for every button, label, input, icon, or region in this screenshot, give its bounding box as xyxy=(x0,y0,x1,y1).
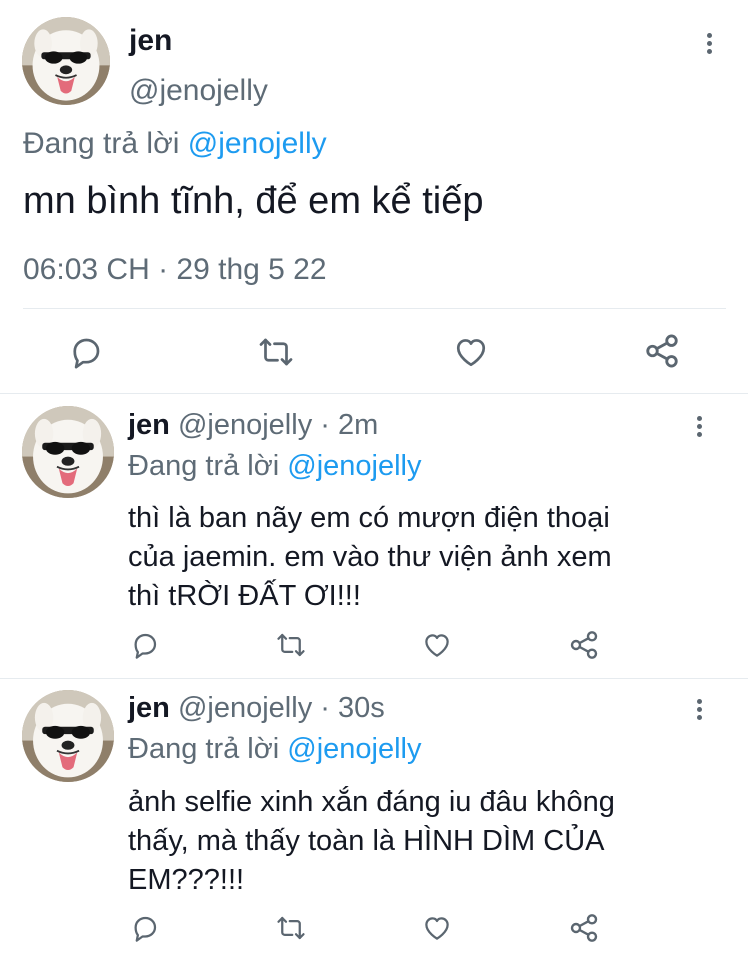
divider xyxy=(23,308,726,309)
tweet-text-line: EM???!!! xyxy=(128,864,245,896)
like-icon[interactable] xyxy=(421,913,453,943)
tweet-text-line: của jaemin. em vào thư viện ảnh xem xyxy=(128,541,612,573)
dog-avatar-icon xyxy=(22,406,114,498)
reply-context: Đang trả lời @jenojelly xyxy=(128,733,422,766)
display-name[interactable]: jen xyxy=(129,24,172,58)
avatar[interactable] xyxy=(22,690,114,782)
tweet-text: ảnh selfie xinh xắn đáng iu đâu không th… xyxy=(128,783,615,900)
tweet-text-line: thì là ban nãy em có mượn điện thoại xyxy=(128,502,610,534)
reply-prefix: Đang trả lời xyxy=(128,450,280,482)
comment-icon[interactable] xyxy=(68,334,104,370)
retweet-icon[interactable] xyxy=(275,630,307,660)
share-icon[interactable] xyxy=(568,629,600,661)
reply-header: jen @jenojelly · 2m xyxy=(128,409,378,442)
reply-context: Đang trả lời @jenojelly xyxy=(128,450,422,483)
divider xyxy=(0,393,748,394)
like-icon[interactable] xyxy=(421,630,453,660)
retweet-icon[interactable] xyxy=(275,913,307,943)
tweet-text-line: thấy, mà thấy toàn là HÌNH DÌM CỦA xyxy=(128,825,605,857)
tweet-text: thì là ban nãy em có mượn điện thoại của… xyxy=(128,499,612,616)
reply-mention[interactable]: @jenojelly xyxy=(188,127,327,160)
reply-prefix: Đang trả lời xyxy=(23,127,180,160)
dog-avatar-icon xyxy=(22,17,110,105)
divider xyxy=(0,678,748,679)
tweet-text-line: ảnh selfie xinh xắn đáng iu đâu không xyxy=(128,786,615,818)
reply-prefix: Đang trả lời xyxy=(128,733,280,765)
comment-icon[interactable] xyxy=(130,913,160,943)
display-name[interactable]: jen xyxy=(128,409,170,441)
display-name[interactable]: jen xyxy=(128,692,170,724)
tweet-timestamp[interactable]: 06:03 CH · 29 thg 5 22 xyxy=(23,253,327,287)
handle-time[interactable]: @jenojelly · 2m xyxy=(178,409,378,441)
retweet-icon[interactable] xyxy=(257,334,295,370)
comment-icon[interactable] xyxy=(130,630,160,660)
tweet-text: mn bình tĩnh, để em kể tiếp xyxy=(23,180,484,222)
dog-avatar-icon xyxy=(22,690,114,782)
handle-time[interactable]: @jenojelly · 30s xyxy=(178,692,385,724)
avatar[interactable] xyxy=(22,406,114,498)
reply-mention[interactable]: @jenojelly xyxy=(287,733,421,765)
more-icon[interactable] xyxy=(689,413,709,443)
reply-mention[interactable]: @jenojelly xyxy=(287,450,421,482)
share-icon[interactable] xyxy=(643,332,681,370)
tweet-text-line: thì tRỜI ĐẤT ƠI!!! xyxy=(128,580,361,612)
reply-context: Đang trả lời @jenojelly xyxy=(23,127,327,161)
handle[interactable]: @jenojelly xyxy=(129,74,268,108)
avatar[interactable] xyxy=(22,17,110,105)
like-icon[interactable] xyxy=(452,334,490,370)
more-icon[interactable] xyxy=(699,30,719,60)
reply-header: jen @jenojelly · 30s xyxy=(128,692,385,725)
share-icon[interactable] xyxy=(568,912,600,944)
more-icon[interactable] xyxy=(689,696,709,726)
